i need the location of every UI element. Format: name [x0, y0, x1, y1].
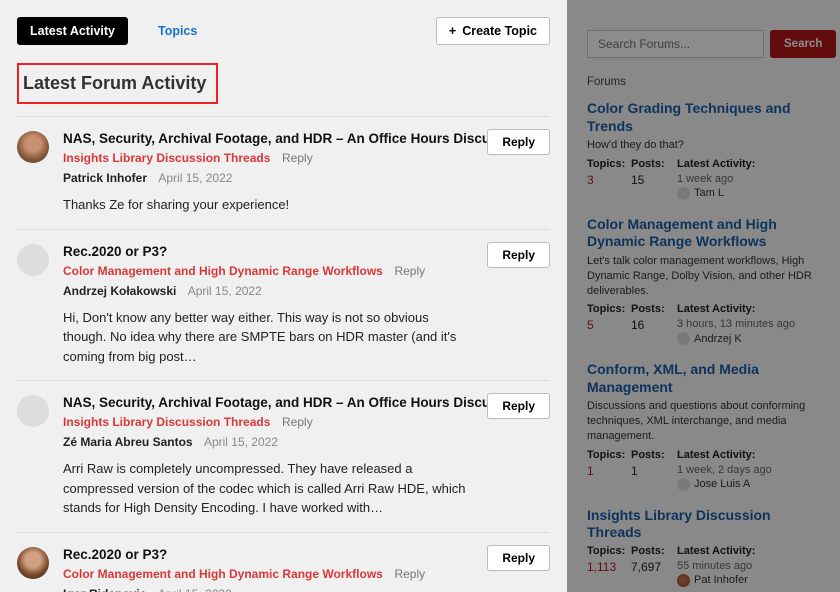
stat-posts-label: Posts: [631, 545, 677, 557]
post-excerpt: Arri Raw is completely uncompressed. The… [63, 459, 473, 518]
post-date: April 15, 2022 [188, 284, 262, 298]
stat-topics-label: Topics: [587, 303, 631, 315]
avatar [17, 244, 49, 276]
top-bar: Latest Activity Topics + Create Topic [17, 17, 550, 45]
create-topic-label: Create Topic [462, 24, 537, 38]
search-input[interactable] [587, 30, 764, 58]
stat-activity-user[interactable]: Pat Inhofer [677, 574, 820, 587]
category-link[interactable]: Insights Library Discussion Threads [63, 415, 270, 429]
forum-title-link[interactable]: Insights Library Discussion Threads [587, 507, 820, 542]
tab-topics[interactable]: Topics [146, 18, 209, 44]
stat-activity-time: 55 minutes ago [677, 560, 820, 572]
stat-activity-label: Latest Activity: [677, 449, 820, 461]
post-date: April 15, 2022 [158, 587, 232, 592]
heading-highlight-box: Latest Forum Activity [17, 63, 218, 104]
tab-latest-activity[interactable]: Latest Activity [17, 17, 128, 45]
plus-icon: + [449, 24, 456, 38]
forum-post: Rec.2020 or P3? Color Management and Hig… [17, 230, 550, 382]
sidebar: Search Forums Color Grading Techniques a… [567, 0, 840, 592]
forum-description: How'd they do that? [587, 138, 820, 153]
stat-topics-label: Topics: [587, 545, 631, 557]
post-title[interactable]: Rec.2020 or P3? [63, 547, 550, 562]
forum-block: Color Grading Techniques and Trends How'… [587, 100, 820, 200]
post-author[interactable]: Igor Ridanovic [63, 587, 146, 592]
post-author[interactable]: Patrick Inhofer [63, 171, 147, 185]
stat-topics-label: Topics: [587, 449, 631, 461]
category-link[interactable]: Color Management and High Dynamic Range … [63, 567, 383, 581]
avatar-icon [677, 187, 690, 200]
post-excerpt: Hi, Don't know any better way either. Th… [63, 308, 473, 367]
forum-block: Color Management and High Dynamic Range … [587, 216, 820, 346]
category-link[interactable]: Color Management and High Dynamic Range … [63, 264, 383, 278]
main-column: Latest Activity Topics + Create Topic La… [0, 0, 567, 592]
avatar [17, 547, 49, 579]
post-author[interactable]: Zé Maria Abreu Santos [63, 435, 193, 449]
stat-activity-label: Latest Activity: [677, 303, 820, 315]
post-excerpt: Thanks Ze for sharing your experience! [63, 195, 473, 215]
stat-topics-value: 3 [587, 173, 631, 187]
stat-activity-label: Latest Activity: [677, 545, 820, 557]
forum-title-link[interactable]: Color Management and High Dynamic Range … [587, 216, 820, 251]
forums-heading: Forums [587, 76, 820, 88]
stat-activity-time: 1 week ago [677, 173, 820, 185]
forum-description: Discussions and questions about conformi… [587, 399, 820, 444]
reply-button[interactable]: Reply [487, 242, 550, 268]
forum-title-link[interactable]: Color Grading Techniques and Trends [587, 100, 820, 135]
avatar-icon [677, 478, 690, 491]
avatar-icon [677, 574, 690, 587]
forum-post: NAS, Security, Archival Footage, and HDR… [17, 117, 550, 230]
stat-topics-value: 5 [587, 318, 631, 332]
avatar [17, 131, 49, 163]
stat-activity-time: 3 hours, 13 minutes ago [677, 318, 820, 330]
stat-posts-label: Posts: [631, 158, 677, 170]
forum-post: NAS, Security, Archival Footage, and HDR… [17, 381, 550, 533]
reply-breadcrumb: Reply [282, 415, 313, 429]
create-topic-button[interactable]: + Create Topic [436, 17, 550, 45]
stat-activity-time: 1 week, 2 days ago [677, 464, 820, 476]
post-date: April 15, 2022 [158, 171, 232, 185]
stat-posts-value: 15 [631, 173, 677, 187]
stat-topics-value: 1 [587, 464, 631, 478]
reply-breadcrumb: Reply [394, 567, 425, 581]
stat-activity-user[interactable]: Tam L [677, 187, 820, 200]
reply-breadcrumb: Reply [282, 151, 313, 165]
post-list: NAS, Security, Archival Footage, and HDR… [17, 116, 550, 592]
reply-button[interactable]: Reply [487, 393, 550, 419]
post-title[interactable]: Rec.2020 or P3? [63, 244, 550, 259]
post-author[interactable]: Andrzej Kołakowski [63, 284, 176, 298]
avatar [17, 395, 49, 427]
stat-posts-label: Posts: [631, 449, 677, 461]
page-title: Latest Forum Activity [23, 73, 206, 94]
stat-activity-label: Latest Activity: [677, 158, 820, 170]
post-title[interactable]: NAS, Security, Archival Footage, and HDR… [63, 131, 550, 146]
stat-posts-value: 7,697 [631, 560, 677, 574]
stat-posts-value: 16 [631, 318, 677, 332]
reply-breadcrumb: Reply [394, 264, 425, 278]
forum-block: Insights Library Discussion Threads Topi… [587, 507, 820, 587]
forum-title-link[interactable]: Conform, XML, and Media Management [587, 361, 820, 396]
stat-posts-label: Posts: [631, 303, 677, 315]
forum-post: Rec.2020 or P3? Color Management and Hig… [17, 533, 550, 592]
avatar-icon [677, 332, 690, 345]
post-date: April 15, 2022 [204, 435, 278, 449]
search-button[interactable]: Search [770, 30, 836, 58]
stat-topics-label: Topics: [587, 158, 631, 170]
reply-button[interactable]: Reply [487, 545, 550, 571]
stat-activity-user[interactable]: Jose Luis A [677, 478, 820, 491]
reply-button[interactable]: Reply [487, 129, 550, 155]
forum-block: Conform, XML, and Media Management Discu… [587, 361, 820, 491]
forum-description: Let's talk color management workflows, H… [587, 254, 820, 299]
category-link[interactable]: Insights Library Discussion Threads [63, 151, 270, 165]
stat-activity-user[interactable]: Andrzej K [677, 332, 820, 345]
stat-topics-value: 1,113 [587, 560, 631, 574]
stat-posts-value: 1 [631, 464, 677, 478]
post-title[interactable]: NAS, Security, Archival Footage, and HDR… [63, 395, 550, 410]
